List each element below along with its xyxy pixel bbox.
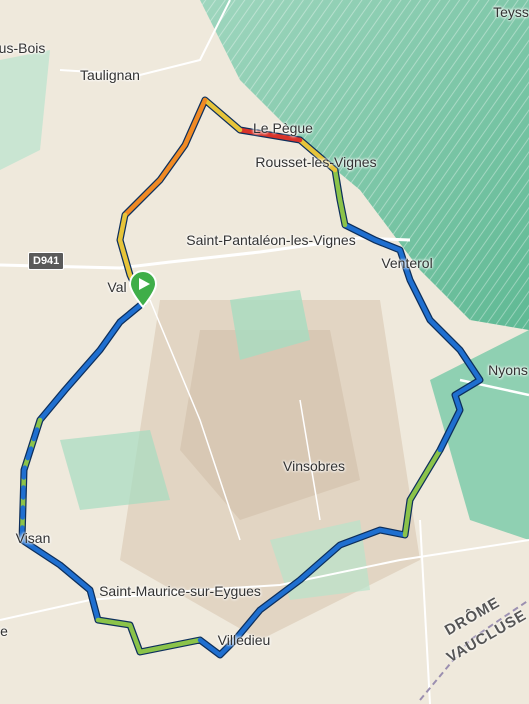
place-villedieu[interactable]: Villedieu — [218, 632, 271, 648]
start-play-icon[interactable] — [128, 270, 158, 308]
place-nyons[interactable]: Nyons — [488, 362, 528, 378]
place-vinsobres[interactable]: Vinsobres — [283, 458, 345, 474]
place-saint-pantaleon[interactable]: Saint-Pantaléon-les-Vignes — [186, 232, 355, 248]
place-le-pegue[interactable]: Le Pègue — [253, 120, 313, 136]
place-taulignan[interactable]: Taulignan — [80, 67, 140, 83]
place-venterol[interactable]: Venterol — [381, 255, 432, 271]
route-path — [18, 96, 484, 659]
map-view[interactable]: D941 Teyss us-Bois Taulignan Le Pègue Ro… — [0, 0, 529, 704]
road-shield-d941: D941 — [28, 252, 65, 270]
route-layer — [18, 96, 484, 659]
place-edge-e[interactable]: e — [0, 623, 8, 639]
place-saint-maurice[interactable]: Saint-Maurice-sur-Eygues — [99, 583, 261, 599]
place-teyss[interactable]: Teyss — [493, 4, 529, 20]
place-rousset[interactable]: Rousset-les-Vignes — [255, 154, 376, 170]
place-valreas[interactable]: Val — [107, 279, 126, 295]
place-bois[interactable]: us-Bois — [0, 40, 45, 56]
place-visan[interactable]: Visan — [16, 530, 51, 546]
